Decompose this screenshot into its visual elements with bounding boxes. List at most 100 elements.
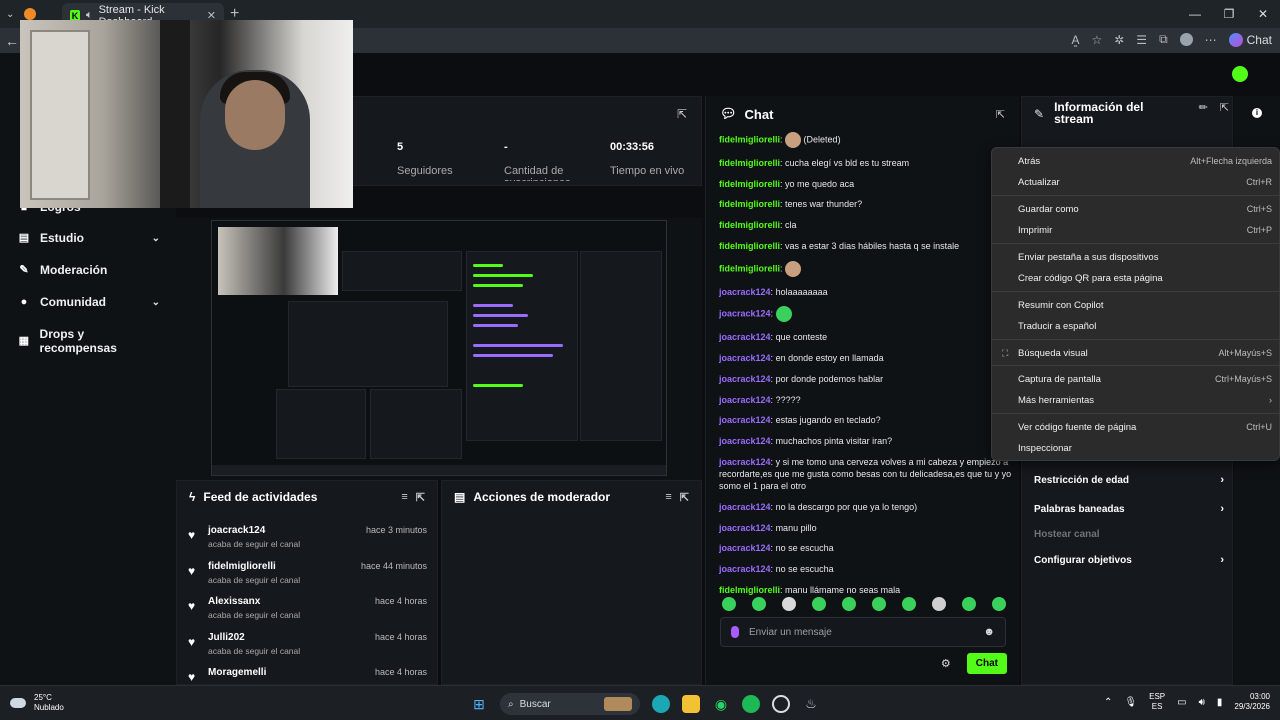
emote-icon[interactable]	[962, 597, 976, 611]
windows-start-icon[interactable]: ⊞	[470, 695, 488, 713]
kick-status-icon[interactable]	[1232, 66, 1248, 82]
browser-profile-icon[interactable]	[24, 8, 37, 20]
chat-username[interactable]: joacrack124	[719, 564, 771, 574]
chat-username[interactable]: joacrack124	[719, 374, 771, 384]
copilot-chat-button[interactable]: Chat	[1228, 32, 1272, 47]
chat-username[interactable]: fidelmigliorelli	[719, 220, 780, 230]
emote-icon[interactable]	[842, 597, 856, 611]
profile-avatar[interactable]	[1179, 33, 1193, 46]
weather-widget[interactable]: 25°C Nublado	[10, 693, 64, 713]
menu-item-send-tab[interactable]: Enviar pestaña a sus dispositivos	[992, 247, 1280, 267]
emoji-picker-icon[interactable]: ☻	[983, 626, 995, 638]
chat-username[interactable]: joacrack124	[719, 436, 771, 446]
configure-goals-row[interactable]: Configurar objetivos ›	[1034, 554, 1224, 566]
filter-icon[interactable]: ≡	[665, 491, 671, 503]
battery-icon[interactable]: ▮	[1217, 697, 1223, 708]
microphone-tray-icon[interactable]: 🎙︎	[1124, 697, 1137, 708]
popout-icon[interactable]: ⇱	[996, 108, 1005, 121]
tab-list-icon[interactable]: ⌄	[6, 9, 14, 20]
language-indicator[interactable]: ESP ES	[1149, 692, 1165, 712]
chat-username[interactable]: fidelmigliorelli	[719, 134, 780, 144]
age-restriction-row[interactable]: Restricción de edad ›	[1034, 474, 1224, 486]
expand-icon[interactable]: ⇱	[1220, 101, 1229, 125]
volume-icon[interactable]: 🔊︎	[1199, 697, 1205, 708]
expand-icon[interactable]: ⇱	[677, 107, 687, 121]
close-window-button[interactable]: ✕	[1246, 0, 1280, 28]
chat-username[interactable]: joacrack124	[719, 543, 771, 553]
chat-username[interactable]: joacrack124	[719, 353, 771, 363]
menu-item-view-source[interactable]: Ver código fuente de página Ctrl+U	[992, 417, 1280, 437]
menu-item-inspect[interactable]: Inspeccionar	[992, 438, 1280, 458]
menu-item-reload[interactable]: Actualizar Ctrl+R	[992, 172, 1280, 192]
menu-item-more-tools[interactable]: Más herramientas ›	[992, 390, 1280, 410]
filter-icon[interactable]: ≡	[401, 491, 407, 503]
sidebar-item-comunidad[interactable]: ● Comunidad ⌄	[18, 295, 160, 309]
chat-username[interactable]: fidelmigliorelli	[719, 585, 780, 595]
banned-words-row[interactable]: Palabras baneadas ›	[1034, 503, 1224, 515]
whatsapp-icon[interactable]: ◉	[712, 695, 730, 713]
maximize-button[interactable]: ❐	[1212, 0, 1246, 28]
feed-user[interactable]: Alexissanx	[208, 596, 260, 607]
emote-icon[interactable]	[812, 597, 826, 611]
feed-user[interactable]: Julli202	[208, 632, 245, 643]
chat-username[interactable]: joacrack124	[719, 523, 771, 533]
favorite-star-icon[interactable]: ☆	[1091, 33, 1102, 47]
taskbar-search[interactable]: ⌕ Buscar	[500, 693, 640, 715]
chat-username[interactable]: joacrack124	[719, 309, 771, 319]
chat-username[interactable]: fidelmigliorelli	[719, 263, 780, 273]
chat-username[interactable]: joacrack124	[719, 457, 771, 467]
chat-username[interactable]: fidelmigliorelli	[719, 241, 780, 251]
chat-username[interactable]: fidelmigliorelli	[719, 179, 780, 189]
emote-icon[interactable]	[782, 597, 796, 611]
emote-icon[interactable]	[722, 597, 736, 611]
feed-user[interactable]: Moragemelli	[208, 667, 266, 678]
expand-icon[interactable]: ⇱	[680, 491, 689, 504]
menu-item-copilot-summary[interactable]: Resumir con Copilot	[992, 295, 1280, 315]
emote-icon[interactable]	[872, 597, 886, 611]
feed-user[interactable]: fidelmigliorelli	[208, 561, 276, 572]
menu-item-back[interactable]: Atrás Alt+Flecha izquierda	[992, 151, 1280, 171]
steam-icon[interactable]: ♨	[802, 695, 820, 713]
collections-icon[interactable]: ⧉	[1159, 32, 1168, 47]
chat-username[interactable]: joacrack124	[719, 415, 771, 425]
send-chat-button[interactable]: Chat	[966, 653, 1007, 674]
menu-item-translate[interactable]: Traducir a español	[992, 316, 1280, 336]
show-hidden-icons-icon[interactable]: ⌃	[1104, 697, 1112, 708]
chat-username[interactable]: joacrack124	[719, 502, 771, 512]
sidebar-item-estudio[interactable]: ▤ Estudio ⌄	[18, 231, 160, 245]
menu-item-qr-code[interactable]: Crear código QR para esta página	[992, 268, 1280, 288]
emote-icon[interactable]	[752, 597, 766, 611]
emote-icon[interactable]	[902, 597, 916, 611]
emote-icon[interactable]	[932, 597, 946, 611]
chat-username[interactable]: fidelmigliorelli	[719, 158, 780, 168]
menu-item-visual-search[interactable]: ⛶ Búsqueda visual Alt+Mayús+S	[992, 343, 1280, 363]
system-clock[interactable]: 03:00 29/3/2026	[1234, 692, 1270, 712]
file-explorer-icon[interactable]	[682, 695, 700, 713]
edge-browser-icon[interactable]	[652, 695, 670, 713]
feed-user[interactable]: joacrack124	[208, 525, 265, 536]
chat-username[interactable]: joacrack124	[719, 395, 771, 405]
sidebar-item-moderacion[interactable]: ✎ Moderación	[18, 263, 160, 277]
chat-username[interactable]: joacrack124	[719, 287, 771, 297]
stream-preview-video[interactable]	[211, 220, 667, 476]
expand-icon[interactable]: ⇱	[416, 491, 425, 504]
chat-username[interactable]: joacrack124	[719, 332, 771, 342]
network-icon[interactable]: ▭	[1177, 697, 1186, 708]
spotify-icon[interactable]	[742, 695, 760, 713]
menu-item-save-as[interactable]: Guardar como Ctrl+S	[992, 199, 1280, 219]
minimize-button[interactable]: —	[1178, 0, 1212, 28]
menu-item-print[interactable]: Imprimir Ctrl+P	[992, 220, 1280, 240]
read-aloud-icon[interactable]: A͈	[1071, 33, 1079, 47]
favorites-icon[interactable]: ☰	[1136, 33, 1147, 47]
edit-icon[interactable]: ✏	[1199, 101, 1208, 125]
gear-icon[interactable]: ⚙	[941, 657, 951, 670]
extensions-icon[interactable]: ✲	[1114, 33, 1124, 47]
obs-icon[interactable]	[772, 695, 790, 713]
more-options-icon[interactable]: ⋯	[1205, 33, 1217, 47]
emote-icon[interactable]	[992, 597, 1006, 611]
chat-username[interactable]: fidelmigliorelli	[719, 199, 780, 209]
info-icon[interactable]: i	[1252, 108, 1262, 118]
menu-item-screenshot[interactable]: Captura de pantalla Ctrl+Mayús+S	[992, 369, 1280, 389]
microphone-icon[interactable]	[731, 626, 739, 638]
chat-message-input[interactable]: Enviar un mensaje ☻	[720, 617, 1006, 647]
